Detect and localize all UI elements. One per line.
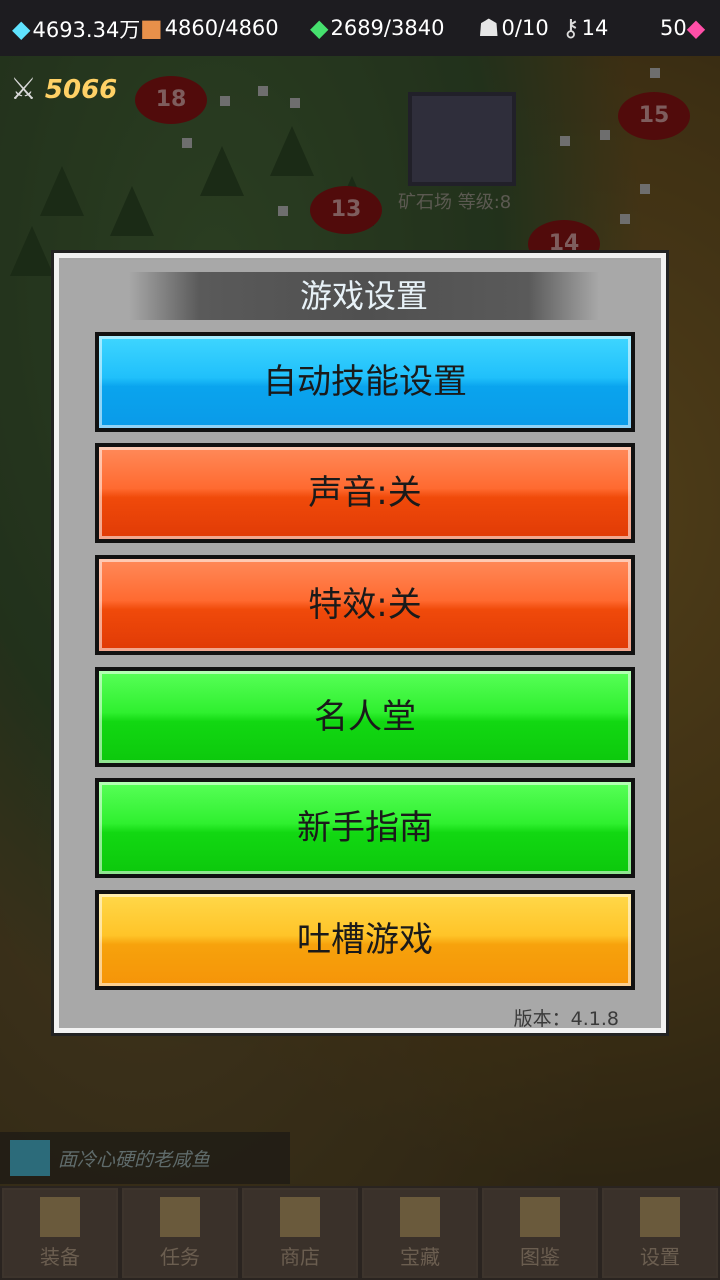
resource-bar: ◆ 4693.34万 ■ 4860/4860 ◆ 2689/3840 ☗ 0/1… [0, 0, 720, 56]
feedback-button[interactable]: 吐槽游戏 [95, 890, 635, 990]
resource-key: ⚷ 14 [562, 14, 609, 42]
resource-green-gem: ◆ 2689/3840 [310, 14, 445, 42]
chat-bar[interactable]: 面冷心硬的老咸鱼 [0, 1132, 290, 1184]
beginner-guide-button[interactable]: 新手指南 [95, 778, 635, 878]
resource-ghost: ☗ 0/10 [478, 14, 549, 42]
sword-icon [40, 1196, 80, 1237]
sword-icon: ⚔ [10, 72, 37, 107]
auto-skill-settings-button[interactable]: 自动技能设置 [95, 332, 635, 432]
book-icon [520, 1196, 560, 1237]
resource-pink-gem: 50 ◆ [660, 14, 706, 42]
resource-diamond: ◆ 4693.34万 [12, 15, 141, 43]
combat-power-value: 5066 [44, 74, 118, 105]
trophy-icon [160, 1196, 200, 1237]
settings-dialog: 游戏设置 自动技能设置 声音:关 特效:关 名人堂 新手指南 吐槽游戏 版本：4… [54, 253, 666, 1033]
nav-equipment[interactable]: 装备 [2, 1188, 118, 1278]
ghost-icon: ☗ [478, 14, 500, 42]
chest-icon [400, 1196, 440, 1237]
combat-power: ⚔ 5066 [10, 72, 117, 107]
resource-stamina: ■ 4860/4860 [140, 14, 279, 42]
nav-quests[interactable]: 任务 [122, 1188, 238, 1278]
chat-message: 面冷心硬的老咸鱼 [58, 1148, 211, 1171]
version-label: 版本：4.1.8 [513, 1008, 619, 1030]
nav-settings[interactable]: 设置 [602, 1188, 718, 1278]
green-gem-icon: ◆ [310, 14, 329, 42]
sound-toggle-button[interactable]: 声音:关 [95, 443, 635, 543]
nav-codex[interactable]: 图鉴 [482, 1188, 598, 1278]
avatar [10, 1140, 50, 1176]
pink-gem-icon: ◆ [686, 14, 706, 42]
nav-treasure[interactable]: 宝藏 [362, 1188, 478, 1278]
nav-shop[interactable]: 商店 [242, 1188, 358, 1278]
effects-toggle-button[interactable]: 特效:关 [95, 555, 635, 655]
dialog-title: 游戏设置 [129, 272, 599, 320]
hall-of-fame-button[interactable]: 名人堂 [95, 667, 635, 767]
settings-icon [640, 1196, 680, 1237]
diamond-icon: ◆ [12, 15, 31, 43]
bottom-nav: 装备 任务 商店 宝藏 图鉴 设置 [0, 1186, 720, 1280]
shop-icon [280, 1196, 320, 1237]
scroll-icon: ■ [140, 14, 163, 42]
key-icon: ⚷ [562, 14, 580, 42]
